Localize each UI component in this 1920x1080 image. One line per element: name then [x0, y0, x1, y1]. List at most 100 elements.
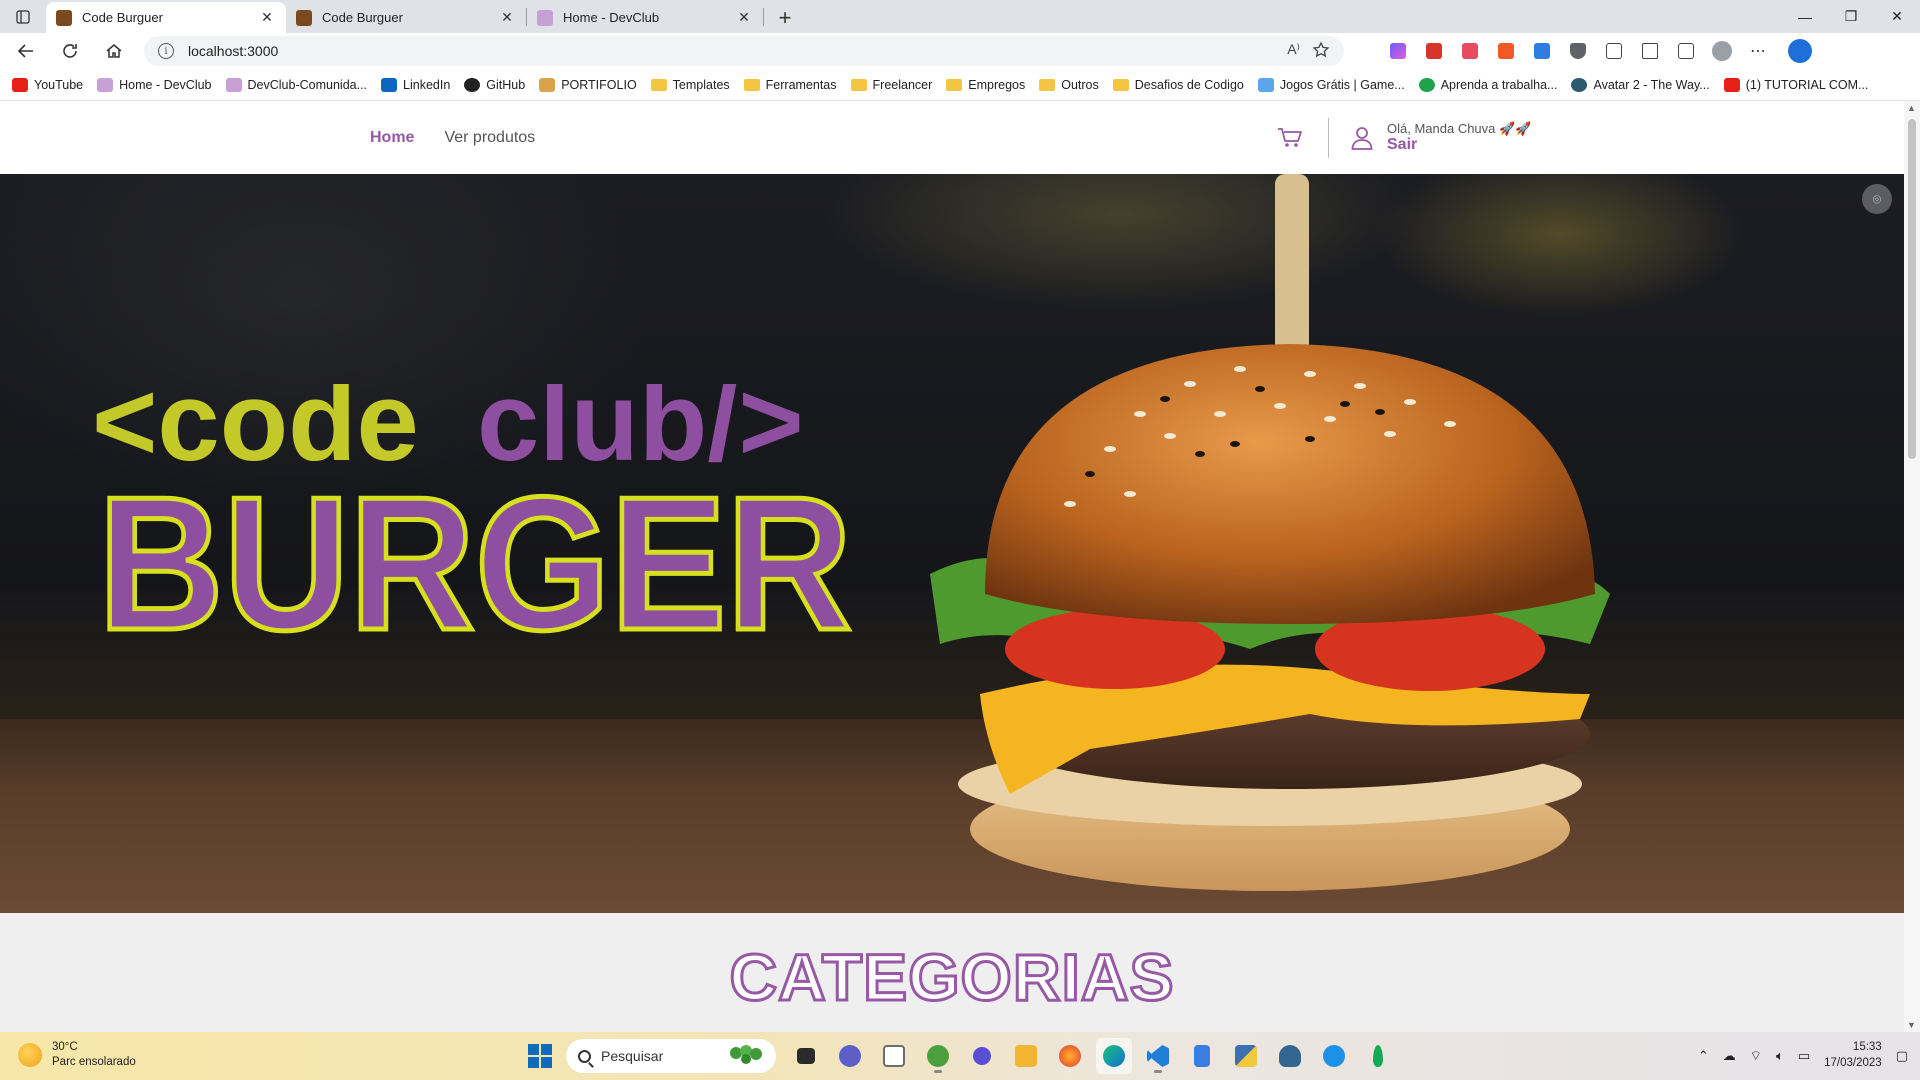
- extension-button[interactable]: [1524, 36, 1560, 66]
- tab-actions-button[interactable]: [0, 0, 46, 33]
- taskbar-app-mongodb[interactable]: [1360, 1038, 1396, 1074]
- favorites-button[interactable]: [1632, 36, 1668, 66]
- browser-tab[interactable]: Home - DevClub ✕: [527, 2, 763, 33]
- firefox-icon: [1059, 1045, 1081, 1067]
- mongodb-icon: [1373, 1045, 1383, 1067]
- wifi-icon[interactable]: ⌔: [1750, 1048, 1762, 1064]
- user-profile-button[interactable]: [1347, 123, 1377, 153]
- scroll-up-icon[interactable]: ▲: [1907, 103, 1916, 113]
- collections-button[interactable]: [1668, 36, 1704, 66]
- taskbar-app-task-view[interactable]: [788, 1038, 824, 1074]
- read-aloud-icon[interactable]: A⁾: [1287, 41, 1300, 59]
- taskbar-app-python[interactable]: [1228, 1038, 1264, 1074]
- url-text[interactable]: localhost:3000: [188, 43, 278, 59]
- extension-button[interactable]: [1452, 36, 1488, 66]
- taskbar-app-docker[interactable]: [1316, 1038, 1352, 1074]
- visual-search-icon[interactable]: ⌾: [1862, 184, 1892, 214]
- close-window-button[interactable]: ✕: [1874, 0, 1920, 33]
- categories-title: CATEGORIAS: [728, 939, 1175, 1016]
- bing-copilot-button[interactable]: [1782, 36, 1818, 66]
- bookmark-youtube[interactable]: YouTube: [12, 77, 83, 92]
- bookmark-linkedin[interactable]: LinkedIn: [381, 77, 450, 92]
- close-tab-icon[interactable]: ✕: [735, 9, 753, 26]
- cart-button[interactable]: [1270, 118, 1310, 158]
- browser-tab-strip: Code Burguer ✕ Code Burguer ✕ Home - Dev…: [0, 0, 1920, 33]
- refresh-button[interactable]: [52, 35, 88, 67]
- address-toolbar: i localhost:3000 A⁾ ⋯: [0, 33, 1920, 69]
- weather-desc: Parc ensolarado: [52, 1055, 136, 1068]
- taskbar-app-notes[interactable]: [1184, 1038, 1220, 1074]
- taskbar-search[interactable]: Pesquisar: [566, 1039, 776, 1073]
- volume-icon[interactable]: 🔈︎: [1776, 1048, 1784, 1064]
- taskbar-app-vscode[interactable]: [1140, 1038, 1176, 1074]
- clock[interactable]: 15:33 17/03/2023: [1824, 1040, 1882, 1071]
- bookmark-folder-empregos[interactable]: Empregos: [946, 78, 1025, 92]
- minimize-button[interactable]: —: [1782, 0, 1828, 33]
- games-icon: [1257, 77, 1274, 92]
- chevron-up-icon[interactable]: ⌃: [1698, 1048, 1709, 1064]
- browser-tab[interactable]: Code Burguer ✕: [286, 2, 526, 33]
- nav-products-link[interactable]: Ver produtos: [444, 129, 535, 147]
- bookmark-aprenda[interactable]: Aprenda a trabalha...: [1418, 77, 1557, 92]
- notification-icon[interactable]: ▢: [1896, 1048, 1908, 1064]
- page-scrollbar[interactable]: ▲ ▼: [1904, 101, 1920, 1032]
- taskbar-app-file-explorer[interactable]: [1008, 1038, 1044, 1074]
- bookmark-avatar-2[interactable]: Avatar 2 - The Way...: [1571, 77, 1710, 92]
- restore-button[interactable]: ❐: [1828, 0, 1874, 33]
- web-page-viewport: Home Ver produtos Olá, Manda Chuva 🚀🚀 Sa…: [0, 101, 1904, 1032]
- start-button[interactable]: [528, 1044, 552, 1068]
- bookmark-home-devclub[interactable]: Home - DevClub: [97, 77, 212, 92]
- nav-home-link[interactable]: Home: [370, 129, 414, 147]
- address-bar[interactable]: i localhost:3000 A⁾: [144, 36, 1344, 66]
- new-tab-button[interactable]: +: [770, 2, 800, 33]
- extensions-button[interactable]: [1596, 36, 1632, 66]
- settings-menu-button[interactable]: ⋯: [1740, 36, 1776, 66]
- taskbar-app-utorrent[interactable]: [920, 1038, 956, 1074]
- taskbar-app-teams[interactable]: [832, 1038, 868, 1074]
- skewer-stick: [1275, 174, 1309, 354]
- bookmark-portifolio[interactable]: PORTIFOLIO: [539, 77, 637, 92]
- taskbar-app-postgres[interactable]: [1272, 1038, 1308, 1074]
- partly-sunny-icon: [18, 1042, 42, 1067]
- bookmark-jogos-gratis[interactable]: Jogos Grátis | Game...: [1257, 77, 1405, 92]
- taskbar-apps: [788, 1038, 1396, 1074]
- bing-icon: [1788, 39, 1812, 63]
- taskbar-app-moon[interactable]: [964, 1038, 1000, 1074]
- battery-icon[interactable]: ▭: [1798, 1048, 1810, 1064]
- scroll-down-icon[interactable]: ▼: [1907, 1020, 1916, 1030]
- bookmark-folder-templates[interactable]: Templates: [650, 78, 730, 92]
- scrollbar-thumb[interactable]: [1908, 119, 1916, 459]
- cart-icon: [1278, 127, 1302, 147]
- bookmark-folder-desafios[interactable]: Desafios de Codigo: [1112, 78, 1244, 92]
- bookmark-github[interactable]: GitHub: [464, 77, 525, 92]
- taskbar-app-edge[interactable]: [1096, 1038, 1132, 1074]
- profile-button[interactable]: [1704, 36, 1740, 66]
- bookmark-tutorial[interactable]: (1) TUTORIAL COM...: [1723, 77, 1868, 92]
- bookmark-folder-freelancer[interactable]: Freelancer: [850, 78, 932, 92]
- home-button[interactable]: [96, 35, 132, 67]
- browser-tab[interactable]: Code Burguer ✕: [46, 2, 286, 33]
- edge-icon: [1103, 1045, 1125, 1067]
- close-tab-icon[interactable]: ✕: [498, 9, 516, 26]
- bookmark-devclub-comunidade[interactable]: DevClub-Comunida...: [225, 77, 367, 92]
- back-button[interactable]: [8, 35, 44, 67]
- extension-button[interactable]: [1488, 36, 1524, 66]
- extension-button[interactable]: [1416, 36, 1452, 66]
- folder-icon: [946, 78, 963, 91]
- bookmark-folder-outros[interactable]: Outros: [1039, 78, 1099, 92]
- code-burger-favicon-icon: [296, 9, 312, 26]
- bookmark-label: Avatar 2 - The Way...: [1593, 77, 1710, 92]
- extension-button[interactable]: [1380, 36, 1416, 66]
- extension-button[interactable]: [1560, 36, 1596, 66]
- site-info-icon[interactable]: i: [158, 43, 174, 59]
- taskbar-app-firefox[interactable]: [1052, 1038, 1088, 1074]
- bookmark-folder-ferramentas[interactable]: Ferramentas: [743, 78, 837, 92]
- close-tab-icon[interactable]: ✕: [258, 9, 276, 26]
- weather-widget[interactable]: 30°C Parc ensolarado: [18, 1040, 136, 1070]
- onedrive-icon[interactable]: ☁: [1723, 1048, 1736, 1064]
- favorite-star-icon[interactable]: [1312, 41, 1330, 59]
- taskbar-app-notepad[interactable]: [876, 1038, 912, 1074]
- logout-link[interactable]: Sair: [1387, 136, 1531, 154]
- vscode-icon: [1147, 1045, 1169, 1067]
- greeting-text: Olá, Manda Chuva 🚀🚀: [1387, 120, 1532, 136]
